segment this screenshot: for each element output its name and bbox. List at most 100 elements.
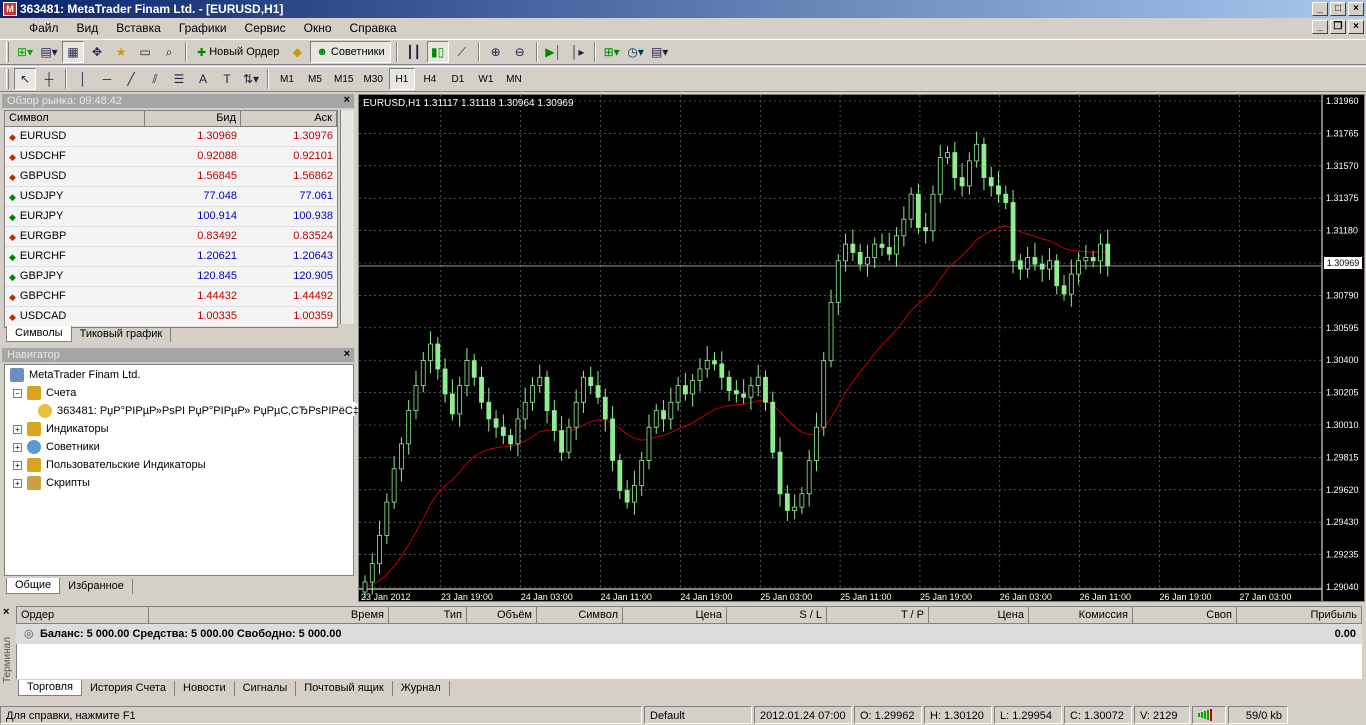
timeframe-m30[interactable]: M30	[359, 68, 386, 90]
col-order[interactable]: Ордер	[17, 607, 149, 623]
market-watch-row[interactable]: ◆ EURCHF 1.20621 1.20643	[5, 247, 337, 267]
timeframe-h4[interactable]: H4	[417, 68, 443, 90]
text-label-icon[interactable]: T	[216, 68, 238, 90]
market-watch-toggle-icon[interactable]: ▦	[62, 41, 84, 63]
close-icon[interactable]: ×	[3, 606, 9, 618]
tab-common[interactable]: Общие	[6, 578, 61, 594]
tab-symbols[interactable]: Символы	[6, 326, 72, 342]
menu-window[interactable]: Окно	[295, 21, 341, 35]
timeframe-h1[interactable]: H1	[388, 68, 415, 90]
mdi-close-button[interactable]: ×	[1348, 20, 1364, 34]
menu-file[interactable]: Файл	[20, 21, 68, 35]
expand-icon[interactable]: +	[13, 442, 22, 452]
tab-news[interactable]: Новости	[175, 681, 235, 696]
profiles-icon[interactable]: ▤▾	[38, 41, 60, 63]
nav-root[interactable]: MetaTrader Finam Ltd.	[10, 367, 140, 383]
nav-indicators[interactable]: + Индикаторы	[13, 421, 109, 437]
autoscroll-icon[interactable]: ▶│	[543, 41, 565, 63]
periods-icon[interactable]: ◷▾	[625, 41, 647, 63]
market-watch-row[interactable]: ◆ EURGBP 0.83492 0.83524	[5, 227, 337, 247]
market-watch-scrollbar[interactable]	[340, 110, 354, 324]
expand-icon[interactable]: +	[13, 460, 22, 470]
bar-chart-icon[interactable]: ┃┃	[403, 41, 425, 63]
market-watch-row[interactable]: ◆ GBPUSD 1.56845 1.56862	[5, 167, 337, 187]
experts-button[interactable]: ☻ Советники	[310, 41, 391, 63]
market-watch-row[interactable]: ◆ USDCHF 0.92088 0.92101	[5, 147, 337, 167]
balance-row[interactable]: ◎ Баланс: 5 000.00 Средства: 5 000.00 Св…	[16, 624, 1362, 644]
col-ask[interactable]: Аск	[241, 111, 337, 126]
nav-experts[interactable]: + Советники	[13, 439, 100, 455]
close-icon[interactable]: ×	[344, 94, 350, 106]
col-close-price[interactable]: Цена	[929, 607, 1029, 623]
menu-insert[interactable]: Вставка	[107, 21, 170, 35]
text-icon[interactable]: A	[192, 68, 214, 90]
tab-journal[interactable]: Журнал	[393, 681, 450, 696]
market-watch-row[interactable]: ◆ EURUSD 1.30969 1.30976	[5, 127, 337, 147]
candlestick-icon[interactable]: ▮▯	[426, 41, 449, 63]
col-price[interactable]: Цена	[623, 607, 727, 623]
price-chart[interactable]: 1.31960 1.31765 1.31570 1.31375 1.31180 1.309…	[359, 95, 1364, 601]
chart-shift-icon[interactable]: │▸	[567, 41, 589, 63]
tab-account-history[interactable]: История Счета	[82, 681, 176, 696]
market-watch-row[interactable]: ◆ EURJPY 100.914 100.938	[5, 207, 337, 227]
expand-icon[interactable]: +	[13, 424, 22, 434]
maximize-button[interactable]: □	[1330, 2, 1346, 16]
new-chart-icon[interactable]: ⊞▾	[14, 41, 36, 63]
cursor-icon[interactable]: ↖	[14, 68, 36, 90]
close-icon[interactable]: ×	[344, 348, 350, 360]
market-watch-row[interactable]: ◆ USDJPY 77.048 77.061	[5, 187, 337, 207]
nav-accounts[interactable]: − Счета	[13, 385, 76, 401]
menu-tools[interactable]: Сервис	[236, 21, 295, 35]
nav-account-item[interactable]: 363481: РџР°РІРµР»РѕРІ РџР°РІРµР» РџРµС‚…	[38, 403, 359, 419]
market-watch-row[interactable]: ◆ USDCAD 1.00335 1.00359	[5, 307, 337, 327]
market-watch-row[interactable]: ◆ GBPCHF 1.44432 1.44492	[5, 287, 337, 307]
arrows-icon[interactable]: ⇅▾	[240, 68, 262, 90]
terminal-toggle-icon[interactable]: ▭	[134, 41, 156, 63]
col-sl[interactable]: S / L	[727, 607, 827, 623]
vertical-line-icon[interactable]: │	[72, 68, 94, 90]
data-window-icon[interactable]: ✥	[86, 41, 108, 63]
nav-scripts[interactable]: + Скрипты	[13, 475, 90, 491]
nav-custom-indicators[interactable]: + Пользовательские Индикаторы	[13, 457, 206, 473]
mdi-restore-button[interactable]: ❐	[1330, 20, 1346, 34]
col-commission[interactable]: Комиссия	[1029, 607, 1133, 623]
zoom-in-icon[interactable]: ⊕	[485, 41, 507, 63]
navigator-toggle-icon[interactable]: ★	[110, 41, 132, 63]
minimize-button[interactable]: _	[1312, 2, 1328, 16]
line-chart-icon[interactable]: ⟋	[451, 41, 473, 63]
tab-favorites[interactable]: Избранное	[60, 579, 133, 594]
strategy-tester-icon[interactable]: ⌕	[158, 41, 180, 63]
col-profit[interactable]: Прибыль	[1237, 607, 1361, 623]
menu-charts[interactable]: Графики	[170, 21, 236, 35]
metaeditor-icon[interactable]: ◆	[286, 41, 308, 63]
col-tp[interactable]: T / P	[827, 607, 929, 623]
chart-window[interactable]: 1.31960 1.31765 1.31570 1.31375 1.31180 1.309…	[358, 94, 1365, 602]
market-watch-row[interactable]: ◆ GBPJPY 120.845 120.905	[5, 267, 337, 287]
crosshair-icon[interactable]: ┼	[38, 68, 60, 90]
timeframe-m5[interactable]: M5	[302, 68, 328, 90]
close-button[interactable]: ×	[1348, 2, 1364, 16]
tab-signals[interactable]: Сигналы	[235, 681, 297, 696]
timeframe-d1[interactable]: D1	[445, 68, 471, 90]
collapse-icon[interactable]: −	[13, 388, 22, 398]
indicators-icon[interactable]: ⊞▾	[601, 41, 623, 63]
fibonacci-icon[interactable]: ☰	[168, 68, 190, 90]
col-bid[interactable]: Бид	[145, 111, 241, 126]
tab-tick-chart[interactable]: Тиковый график	[72, 327, 172, 342]
col-symbol[interactable]: Символ	[537, 607, 623, 623]
new-order-button[interactable]: ✚ Новый Ордер	[192, 41, 284, 63]
timeframe-m15[interactable]: M15	[330, 68, 357, 90]
expand-icon[interactable]: +	[13, 478, 22, 488]
menu-help[interactable]: Справка	[341, 21, 406, 35]
col-time[interactable]: Время	[149, 607, 389, 623]
tab-mailbox[interactable]: Почтовый ящик	[296, 681, 393, 696]
equidistant-channel-icon[interactable]: ⫽	[144, 68, 166, 90]
col-swap[interactable]: Своп	[1133, 607, 1237, 623]
timeframe-mn[interactable]: MN	[501, 68, 527, 90]
zoom-out-icon[interactable]: ⊖	[509, 41, 531, 63]
templates-icon[interactable]: ▤▾	[649, 41, 671, 63]
col-symbol[interactable]: Символ	[5, 111, 145, 126]
trendline-icon[interactable]: ╱	[120, 68, 142, 90]
status-profile[interactable]: Default	[644, 706, 752, 724]
horizontal-line-icon[interactable]: ─	[96, 68, 118, 90]
